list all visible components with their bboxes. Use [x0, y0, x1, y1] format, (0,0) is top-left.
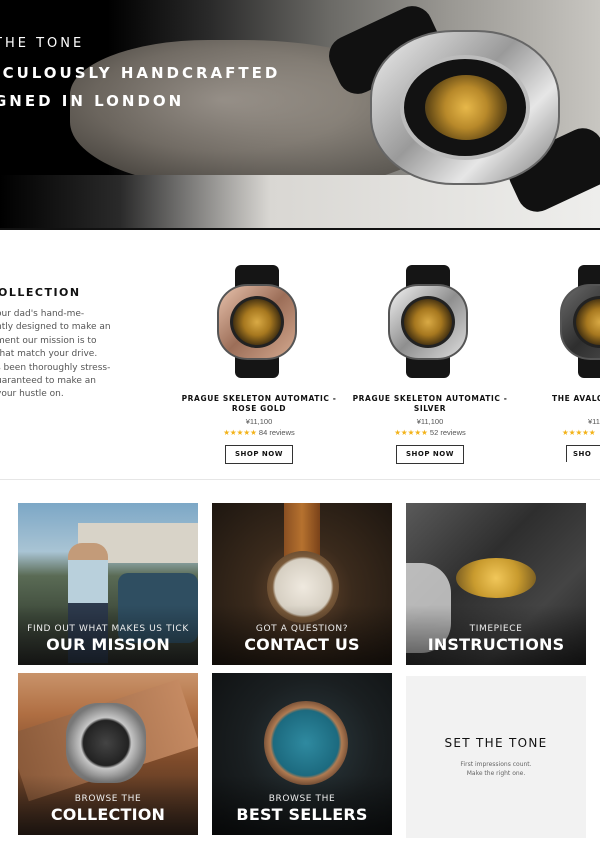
product-price: ¥11: [588, 417, 600, 426]
collection-description-line: uaranteed to make an: [0, 376, 97, 387]
tile-caption-small: BROWSE THE: [268, 794, 336, 804]
product-rating: ★★★★★ 52 reviews: [350, 428, 510, 437]
tile-caption-big[interactable]: INSTRUCTIONS: [406, 635, 586, 654]
collection-title: OLLECTION: [0, 286, 81, 299]
product-image[interactable]: [179, 262, 339, 382]
hero-tagline-3: GNED IN LONDON: [0, 92, 185, 110]
collection-description-line: ntly designed to make an: [0, 322, 111, 333]
tile-set-the-tone: SET THE TONE First impressions count. Ma…: [406, 676, 586, 838]
hero-tagline-1: THE TONE: [0, 36, 85, 51]
product-image[interactable]: [350, 262, 510, 382]
set-the-tone-sub-line: Make the right one.: [466, 770, 526, 777]
tile-caption-big[interactable]: COLLECTION: [18, 805, 198, 824]
tile-caption-small: GOT A QUESTION?: [255, 624, 349, 634]
hero-tagline-2: ICULOUSLY HANDCRAFTED: [0, 64, 281, 82]
tile-contact-us[interactable]: GOT A QUESTION? CONTACT US: [212, 503, 392, 665]
product-card-avalon-clip: THE AVALO ¥11 ★★★★★ SHO: [540, 262, 600, 462]
rating-stars-icon: ★★★★★: [394, 428, 428, 437]
blue-watch-image: [264, 701, 348, 785]
tile-browse-collection[interactable]: BROWSE THE COLLECTION: [18, 673, 198, 835]
tile-best-sellers[interactable]: BROWSE THE BEST SELLERS: [212, 673, 392, 835]
tile-caption-small: FIND OUT WHAT MAKES US TICK: [27, 624, 189, 634]
collection-description-line: your hustle on.: [0, 389, 64, 400]
product-rating: ★★★★★ 84 reviews: [179, 428, 339, 437]
tile-caption-big[interactable]: BEST SELLERS: [212, 805, 392, 824]
set-the-tone-title: SET THE TONE: [444, 736, 548, 750]
hero-banner: THE TONE ICULOUSLY HANDCRAFTED GNED IN L…: [0, 0, 600, 230]
wrist-watch-image: [66, 703, 146, 783]
product-name[interactable]: PRAGUE SKELETON AUTOMATIC - ROSE GOLD: [179, 394, 339, 413]
review-count: 84 reviews: [258, 428, 295, 437]
hero-bottom-border: [0, 228, 600, 230]
hero-watch-image: [322, 0, 600, 219]
tile-our-mission[interactable]: FIND OUT WHAT MAKES US TICK OUR MISSION: [18, 503, 198, 665]
section-divider: [0, 479, 600, 480]
collection-description-line: that match your drive.: [0, 349, 98, 360]
product-rating: ★★★★★: [540, 428, 600, 437]
tile-caption-big[interactable]: CONTACT US: [212, 635, 392, 654]
product-card-silver[interactable]: PRAGUE SKELETON AUTOMATIC - SILVER ¥11,1…: [350, 262, 510, 464]
shop-now-button[interactable]: SHOP NOW: [396, 445, 464, 464]
rating-stars-icon: ★★★★★: [562, 428, 596, 437]
product-name[interactable]: THE AVALO: [540, 394, 600, 413]
tile-caption-small: TIMEPIECE: [469, 624, 523, 634]
tile-instructions[interactable]: TIMEPIECE INSTRUCTIONS: [406, 503, 586, 665]
tile-caption-big[interactable]: OUR MISSION: [18, 635, 198, 654]
collection-description: our dad's hand-me- ntly designed to make…: [0, 308, 131, 402]
product-price: ¥11,100: [416, 417, 444, 426]
collection-description-line: our dad's hand-me-: [0, 309, 85, 319]
set-the-tone-subtitle: First impressions count. Make the right …: [406, 760, 586, 778]
product-image[interactable]: [540, 262, 600, 382]
shop-now-button[interactable]: SHOP NOW: [225, 445, 293, 464]
product-card-avalon[interactable]: THE AVALO ¥11 ★★★★★ SHO: [540, 262, 600, 462]
rating-stars-icon: ★★★★★: [223, 428, 257, 437]
shop-now-button[interactable]: SHO: [566, 445, 600, 462]
review-count: 52 reviews: [429, 428, 466, 437]
set-the-tone-sub-line: First impressions count.: [460, 761, 532, 768]
product-price: ¥11,100: [245, 417, 273, 426]
product-card-rose-gold[interactable]: PRAGUE SKELETON AUTOMATIC - ROSE GOLD ¥1…: [179, 262, 339, 464]
watch-movement-image: [456, 558, 536, 598]
product-name[interactable]: PRAGUE SKELETON AUTOMATIC - SILVER: [350, 394, 510, 413]
collection-description-line: s been thoroughly stress-: [0, 362, 111, 373]
collection-description-line: ment our mission is to: [0, 335, 97, 346]
tile-caption-small: BROWSE THE: [74, 794, 142, 804]
